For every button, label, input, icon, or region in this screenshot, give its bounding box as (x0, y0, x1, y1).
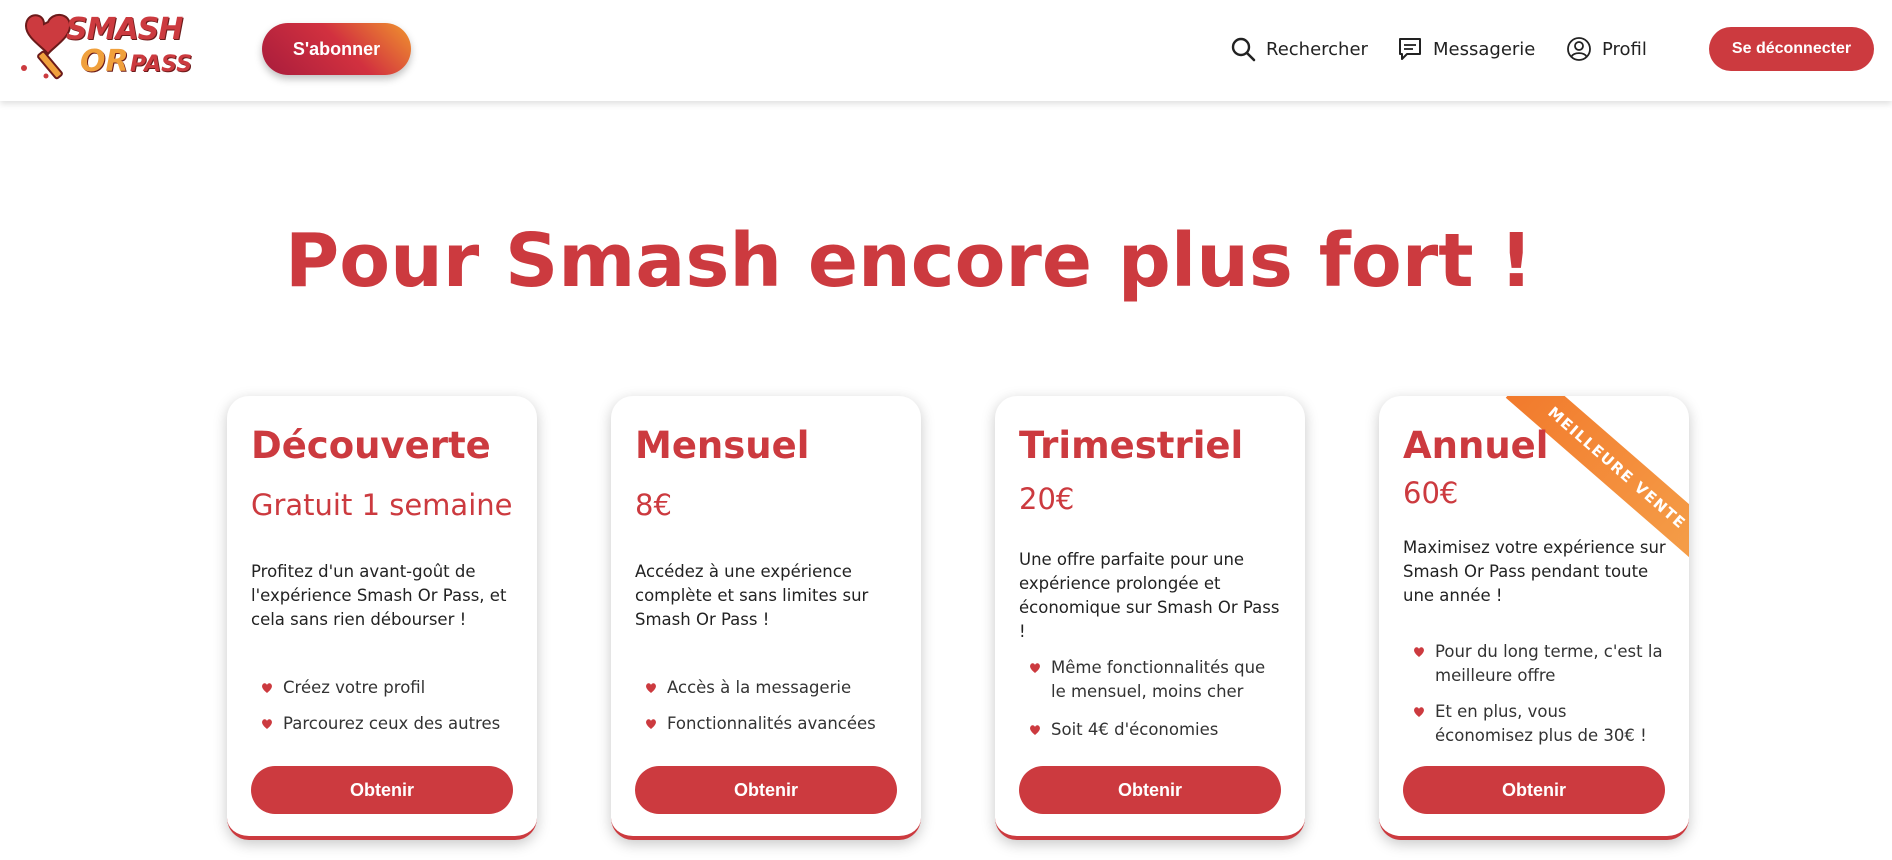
search-icon (1231, 37, 1256, 62)
nav-search-label: Rechercher (1266, 38, 1368, 60)
chat-icon (1399, 38, 1421, 60)
plan-feature: Même fonctionnalités que le mensuel, moi… (1029, 656, 1279, 704)
plan-feature-text: Parcourez ceux des autres (283, 714, 501, 733)
heart-bullet-icon (1414, 647, 1424, 657)
plan-feature-text: Fonctionnalités avancées (667, 714, 876, 733)
plan-card-mensuel: Mensuel 8€ Accédez à une expérience comp… (611, 396, 921, 840)
plan-card-annuel: MEILLEURE VENTE Annuel 60€ Maximisez vot… (1379, 396, 1689, 840)
subscribe-button[interactable]: S'abonner (262, 23, 411, 75)
plan-feature-text: Même fonctionnalités que le mensuel, moi… (1051, 658, 1266, 701)
heart-bullet-icon (1030, 725, 1040, 735)
plan-feature: Accès à la messagerie (645, 676, 895, 700)
heart-bullet-icon (1414, 707, 1424, 717)
plan-feature: Pour du long terme, c'est la meilleure o… (1413, 640, 1663, 688)
plan-price: 20€ (1019, 482, 1075, 516)
get-plan-button[interactable]: Obtenir (1019, 766, 1281, 814)
plan-description: Maximisez votre expérience sur Smash Or … (1403, 538, 1666, 605)
plan-feature: Créez votre profil (261, 676, 511, 700)
get-plan-button[interactable]: Obtenir (251, 766, 513, 814)
plan-feature: Parcourez ceux des autres (261, 712, 511, 736)
nav-messages[interactable]: Messagerie (1397, 34, 1535, 64)
plan-description: Profitez d'un avant-goût de l'expérience… (251, 562, 507, 629)
nav-profile-label: Profil (1602, 38, 1647, 60)
plan-card-decouverte: Découverte Gratuit 1 semaine Profitez d'… (227, 396, 537, 840)
plan-card-trimestriel: Trimestriel 20€ Une offre parfaite pour … (995, 396, 1305, 840)
heart-bullet-icon (262, 719, 272, 729)
plan-title: Découverte (251, 424, 491, 467)
heart-bullet-icon (646, 683, 656, 693)
plan-description: Une offre parfaite pour une expérience p… (1019, 550, 1280, 641)
plan-feature-text: Accès à la messagerie (667, 678, 852, 697)
smash-or-pass-logo[interactable]: SMASH OR PASS (18, 10, 193, 82)
logo-word-or: OR (80, 44, 129, 79)
plan-feature-text: Créez votre profil (283, 678, 426, 697)
plan-price: Gratuit 1 semaine (251, 488, 513, 522)
logout-button[interactable]: Se déconnecter (1709, 27, 1874, 71)
plan-feature-text: Et en plus, vous économisez plus de 30€ … (1435, 702, 1647, 745)
heart-bullet-icon (262, 683, 272, 693)
plan-price: 60€ (1403, 476, 1459, 510)
get-plan-button[interactable]: Obtenir (635, 766, 897, 814)
logo-word-pass: PASS (130, 52, 193, 77)
plan-description: Accédez à une expérience complète et san… (635, 562, 869, 629)
top-navbar: SMASH OR PASS S'abonner Rechercher Messa… (0, 0, 1892, 101)
plan-feature-text: Soit 4€ d'économies (1051, 720, 1219, 739)
plan-price: 8€ (635, 488, 672, 522)
heart-bullet-icon (1030, 663, 1040, 673)
logo-word-smash: SMASH (66, 12, 183, 47)
nav-search[interactable]: Rechercher (1230, 34, 1368, 64)
nav-messages-label: Messagerie (1433, 38, 1536, 60)
plan-title: Annuel (1403, 424, 1549, 467)
plan-feature: Soit 4€ d'économies (1029, 718, 1279, 742)
plan-feature-text: Pour du long terme, c'est la meilleure o… (1435, 642, 1663, 685)
plan-feature: Fonctionnalités avancées (645, 712, 895, 736)
get-plan-button[interactable]: Obtenir (1403, 766, 1665, 814)
heart-bullet-icon (646, 719, 656, 729)
user-circle-icon (1567, 37, 1591, 61)
page-title: Pour Smash encore plus fort ! (285, 218, 1534, 304)
plan-title: Mensuel (635, 424, 810, 467)
nav-profile[interactable]: Profil (1566, 34, 1647, 64)
plan-title: Trimestriel (1019, 424, 1244, 467)
plan-feature: Et en plus, vous économisez plus de 30€ … (1413, 700, 1663, 748)
